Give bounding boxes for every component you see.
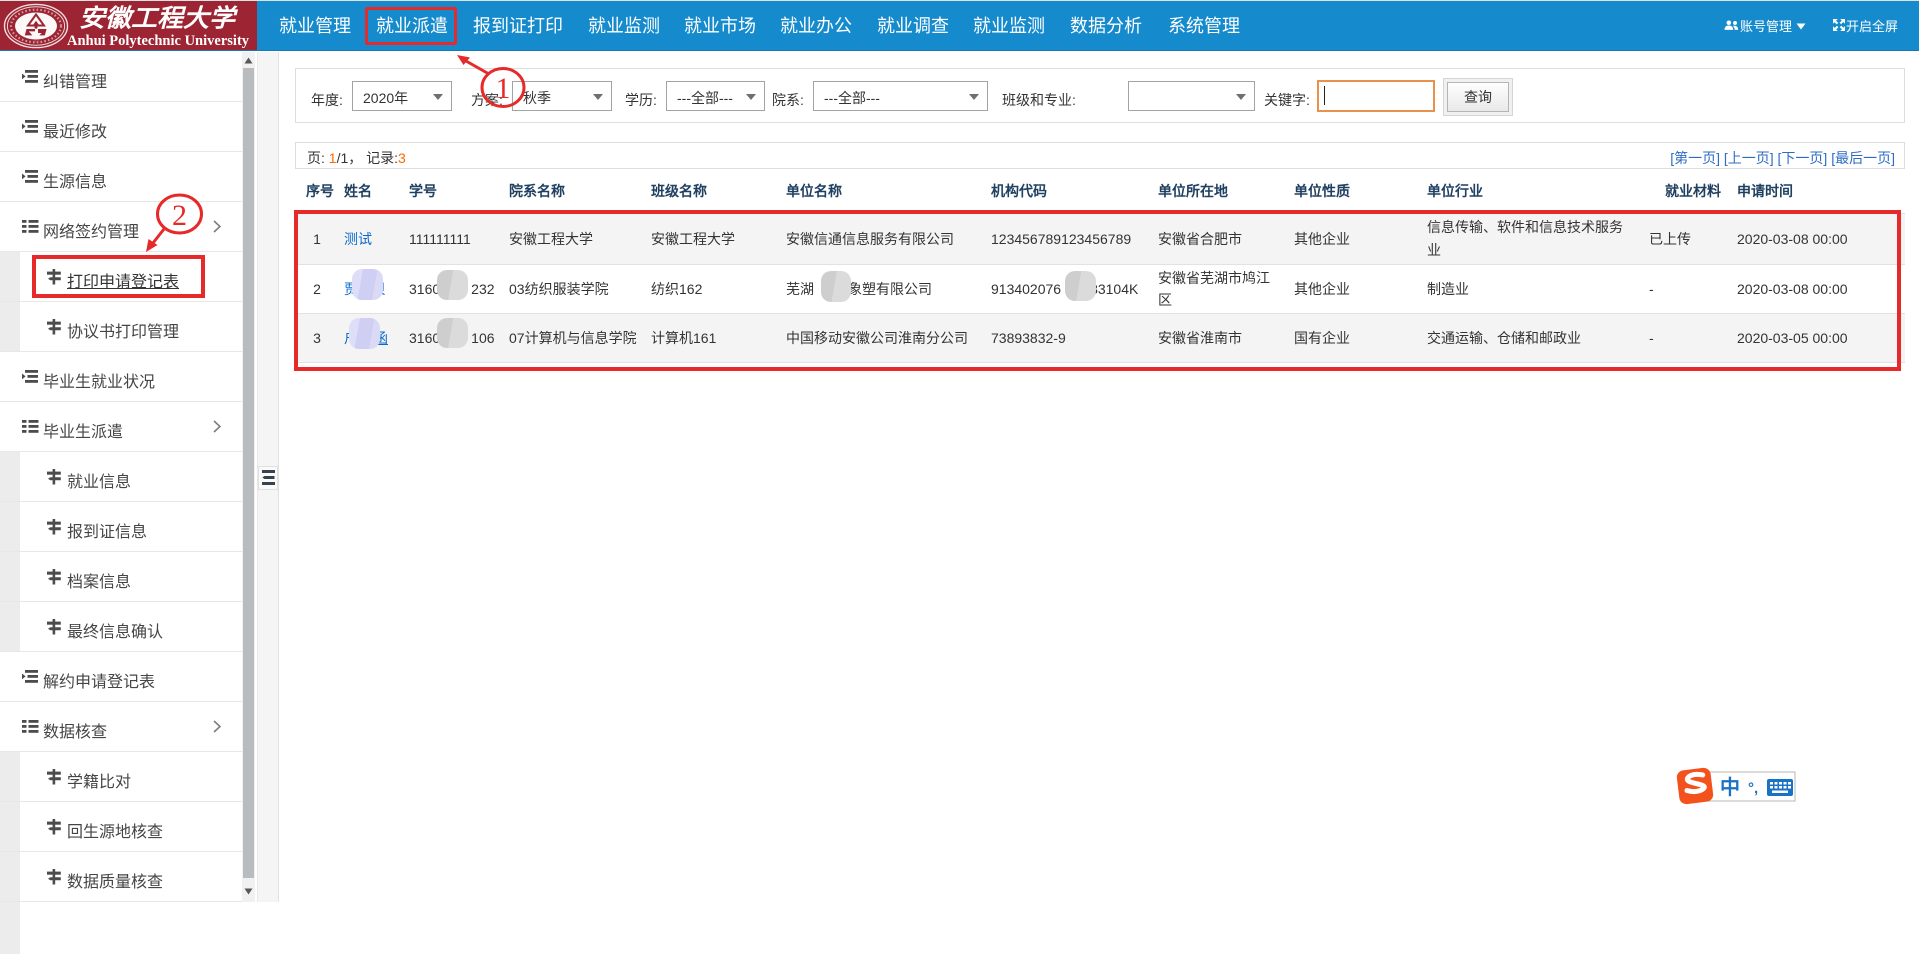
svg-text:Anhui Polytechnic University: Anhui Polytechnic University — [67, 33, 250, 49]
svg-text:1935: 1935 — [33, 39, 40, 43]
svg-text:安徽工程大学: 安徽工程大学 — [79, 4, 239, 32]
svg-text:中: 中 — [1720, 775, 1740, 799]
svg-text:°,: °, — [1748, 780, 1758, 797]
